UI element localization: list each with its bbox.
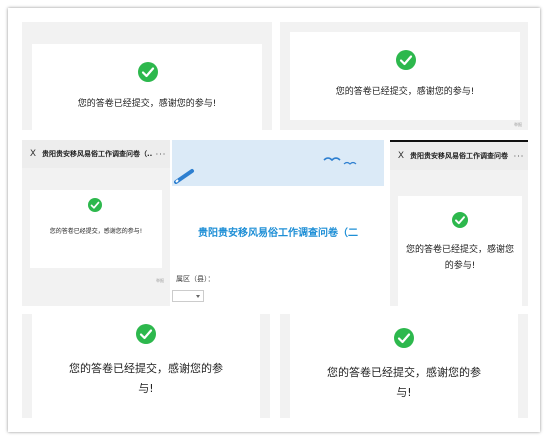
check-circle-icon	[88, 198, 102, 212]
panel-top-left: 您的答卷已经提交，感谢您的参与!	[22, 22, 272, 130]
title-bar: X 贵阳贵安移风易俗工作调查问卷（... ···	[22, 140, 170, 168]
title-bar: X 贵阳贵安移风易俗工作调查问卷（... ···	[390, 142, 528, 170]
success-card: 您的答卷已经提交，感谢您的参 与!	[290, 314, 518, 418]
success-message: 您的答卷已经提交，感谢您的参与!	[335, 87, 475, 97]
page-title: 贵阳贵安移风易俗工作调查问卷（...	[42, 150, 152, 158]
footer-link[interactable]: 举报	[514, 122, 522, 128]
success-message-line1: 您的答卷已经提交，感谢您	[405, 245, 514, 255]
district-label: 属区（县）：	[176, 275, 215, 283]
panel-mid-right: X 贵阳贵安移风易俗工作调查问卷（... ··· 您的答卷已经提交，感谢您 的参…	[390, 140, 528, 306]
success-card: 您的答卷已经提交，感谢您的参与!	[32, 44, 262, 130]
seagull-icon	[323, 157, 357, 165]
screenshot-collage: 您的答卷已经提交，感谢您的参与! 您的答卷已经提交，感谢您的参与! 举报 X 贵…	[8, 8, 540, 432]
success-message-line1: 您的答卷已经提交，感谢您的参	[69, 362, 223, 375]
footer-link[interactable]: 举报	[156, 278, 164, 284]
panel-bottom-right: 您的答卷已经提交，感谢您的参 与!	[280, 314, 528, 418]
more-icon[interactable]: ···	[510, 152, 528, 161]
close-icon[interactable]: X	[392, 151, 410, 161]
success-card: 您的答卷已经提交，感谢您 的参与!	[398, 196, 522, 306]
success-card: 您的答卷已经提交，感谢您的参 与!	[32, 314, 260, 418]
close-icon[interactable]: X	[24, 149, 42, 159]
form-title: 贵阳贵安移风易俗工作调查问卷（二	[198, 228, 358, 239]
check-circle-icon	[396, 50, 416, 70]
more-icon[interactable]: ···	[152, 150, 170, 159]
panel-mid-left: X 贵阳贵安移风易俗工作调查问卷（... ··· 您的答卷已经提交，感谢您的参与…	[22, 140, 170, 306]
district-select[interactable]	[172, 290, 204, 302]
panel-survey-form: 贵阳贵安移风易俗工作调查问卷（二 属区（县）：	[172, 140, 384, 306]
check-circle-icon	[138, 62, 158, 82]
dropdown-arrow-icon	[196, 295, 200, 298]
check-circle-icon	[394, 328, 414, 348]
success-message-line2: 与!	[396, 386, 412, 399]
page-title: 贵阳贵安移风易俗工作调查问卷（...	[410, 152, 510, 160]
success-card: 您的答卷已经提交，感谢您的参与!	[290, 32, 520, 120]
success-message-line2: 的参与!	[444, 261, 476, 271]
success-message-line1: 您的答卷已经提交，感谢您的参	[327, 366, 481, 379]
success-message: 您的答卷已经提交，感谢您的参与!	[49, 228, 143, 235]
pen-icon	[174, 169, 194, 184]
success-message-line2: 与!	[138, 382, 154, 395]
banner	[172, 140, 384, 186]
check-circle-icon	[136, 324, 156, 344]
panel-top-right: 您的答卷已经提交，感谢您的参与! 举报	[280, 22, 528, 130]
check-circle-icon	[452, 212, 468, 228]
panel-bottom-left: 您的答卷已经提交，感谢您的参 与!	[22, 314, 270, 418]
success-card: 您的答卷已经提交，感谢您的参与!	[30, 190, 162, 268]
success-message: 您的答卷已经提交，感谢您的参与!	[77, 99, 217, 109]
